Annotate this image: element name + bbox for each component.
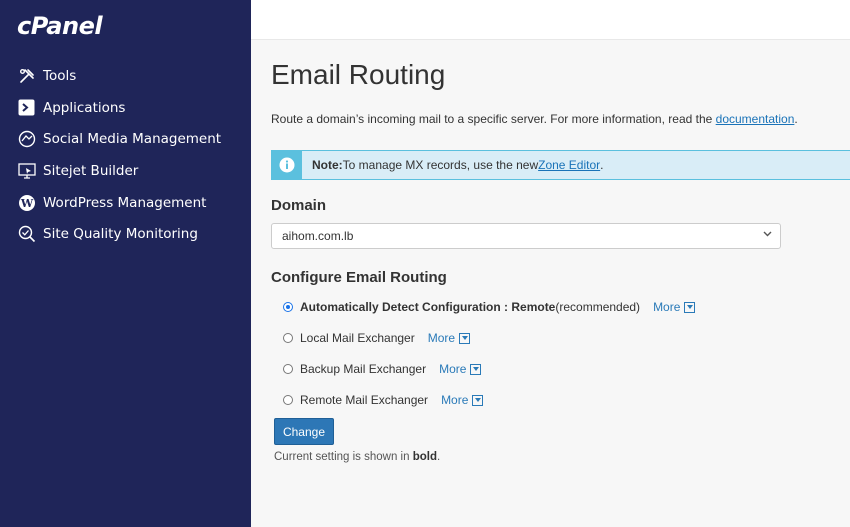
info-icon: [272, 151, 302, 179]
tools-icon: [17, 66, 36, 85]
caret-down-icon: [470, 363, 482, 375]
description-text: Route a domain’s incoming mail to a spec…: [271, 112, 716, 126]
note-text: To manage MX records, use the new: [342, 158, 539, 172]
top-bar: [251, 0, 850, 40]
sidebar-item-label: Applications: [43, 99, 126, 116]
sitejet-icon: [17, 161, 36, 180]
current-setting-note: Current setting is shown in bold.: [274, 451, 440, 463]
routing-option-auto[interactable]: Automatically Detect Configuration : Rem…: [283, 300, 696, 314]
sidebar: cPanel Tools Applications Social Media M…: [0, 0, 251, 527]
option-label: Backup Mail Exchanger: [300, 362, 427, 376]
sidebar-item-wordpress[interactable]: W WordPress Management: [0, 187, 251, 219]
more-toggle[interactable]: More: [427, 331, 471, 345]
radio-remote[interactable]: [283, 395, 293, 405]
change-button[interactable]: Change: [274, 418, 334, 445]
page-description: Route a domain’s incoming mail to a spec…: [271, 112, 798, 126]
sidebar-item-applications[interactable]: Applications: [0, 92, 251, 124]
svg-text:W: W: [19, 197, 33, 210]
more-toggle[interactable]: More: [439, 362, 482, 376]
main-content: Email Routing Route a domain’s incoming …: [251, 40, 850, 527]
sidebar-item-tools[interactable]: Tools: [0, 60, 251, 92]
more-label: More: [441, 393, 469, 407]
radio-backup[interactable]: [283, 364, 293, 374]
radio-local[interactable]: [283, 333, 293, 343]
applications-icon: [17, 98, 36, 117]
option-label: Automatically Detect Configuration : Rem…: [300, 300, 556, 314]
site-quality-icon: [17, 225, 36, 244]
option-label: Local Mail Exchanger: [300, 331, 415, 345]
caret-down-icon: [459, 332, 471, 344]
routing-option-remote[interactable]: Remote Mail Exchanger More: [283, 393, 484, 407]
radio-auto-detect[interactable]: [283, 302, 293, 312]
footnote-suffix: .: [436, 451, 441, 463]
footnote-bold: bold: [412, 451, 437, 463]
routing-option-local[interactable]: Local Mail Exchanger More: [283, 331, 471, 345]
sidebar-item-site-quality[interactable]: Site Quality Monitoring: [0, 218, 251, 250]
more-toggle[interactable]: More: [441, 393, 484, 407]
note-label: Note:: [312, 158, 343, 172]
documentation-link[interactable]: documentation: [716, 112, 795, 126]
sidebar-item-social-media[interactable]: Social Media Management: [0, 123, 251, 155]
footnote-text: Current setting is shown in: [274, 451, 413, 463]
sidebar-item-sitejet[interactable]: Sitejet Builder: [0, 155, 251, 187]
caret-down-icon: [472, 394, 484, 406]
more-toggle[interactable]: More: [653, 300, 696, 314]
description-suffix: .: [794, 112, 798, 126]
caret-down-icon: [684, 301, 696, 313]
page-title: Email Routing: [271, 59, 446, 90]
chevron-down-icon: [763, 229, 772, 241]
option-label: Remote Mail Exchanger: [300, 393, 429, 407]
sidebar-item-label: Social Media Management: [43, 131, 222, 148]
zone-editor-link[interactable]: Zone Editor: [538, 158, 600, 172]
option-suffix: (recommended): [555, 300, 641, 314]
more-label: More: [427, 331, 456, 345]
note-alert: Note: To manage MX records, use the new …: [271, 150, 850, 180]
sidebar-item-label: Sitejet Builder: [43, 162, 139, 179]
wordpress-icon: W: [17, 193, 36, 212]
sidebar-item-label: Site Quality Monitoring: [43, 226, 198, 243]
more-label: More: [653, 300, 681, 314]
social-media-icon: [17, 130, 36, 149]
domain-select-value: aihom.com.lb: [282, 229, 354, 243]
configure-routing-heading: Configure Email Routing: [271, 269, 447, 286]
note-suffix: .: [600, 158, 604, 172]
more-label: More: [439, 362, 467, 376]
routing-option-backup[interactable]: Backup Mail Exchanger More: [283, 362, 482, 376]
domain-heading: Domain: [271, 197, 327, 214]
cpanel-logo[interactable]: cPanel: [17, 12, 103, 40]
domain-select[interactable]: aihom.com.lb: [271, 223, 781, 249]
sidebar-item-label: Tools: [43, 67, 77, 84]
sidebar-nav: Tools Applications Social Media Manageme…: [0, 60, 251, 250]
sidebar-item-label: WordPress Management: [43, 194, 207, 211]
